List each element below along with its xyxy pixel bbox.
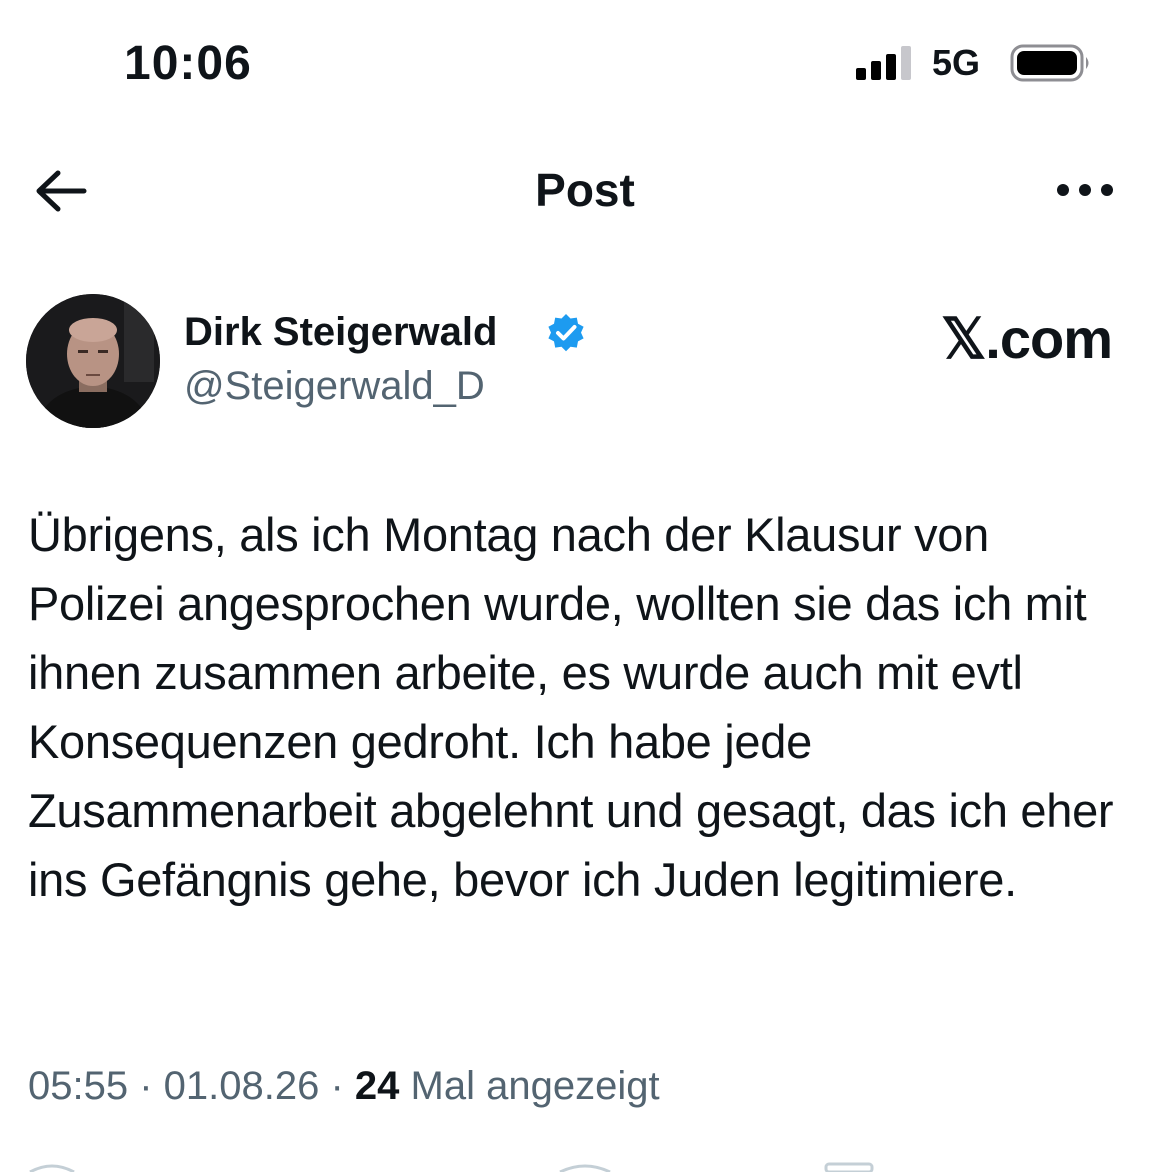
tweet-date[interactable]: 01.08.26 xyxy=(164,1064,320,1108)
page-title: Post xyxy=(535,164,635,216)
author-handle[interactable]: @Steigerwald_D xyxy=(184,364,485,409)
view-count: 24 xyxy=(354,1064,400,1108)
avatar[interactable] xyxy=(26,294,160,428)
view-label: Mal angezeigt xyxy=(399,1064,660,1108)
signal-bars-icon xyxy=(856,46,911,80)
action-bar-partial xyxy=(29,1162,874,1172)
tweet-text: Übrigens, als ich Montag nach der Klausu… xyxy=(28,508,1114,906)
battery-icon xyxy=(1010,44,1089,82)
author-name[interactable]: Dirk Steigerwald xyxy=(184,310,497,355)
verified-badge-icon xyxy=(548,314,584,352)
brand-watermark: 𝕏.com xyxy=(941,307,1113,370)
avatar-image xyxy=(26,294,160,428)
meta-separator: · xyxy=(128,1064,164,1108)
tweet-time[interactable]: 05:55 xyxy=(28,1064,128,1108)
network-type: 5G xyxy=(932,42,981,83)
more-options-icon[interactable] xyxy=(1054,178,1116,202)
tweet-meta: 05:55 · 01.08.26 · 24 Mal angezeigt xyxy=(28,1064,660,1109)
meta-separator: · xyxy=(319,1064,355,1108)
status-time: 10:06 xyxy=(124,37,252,90)
